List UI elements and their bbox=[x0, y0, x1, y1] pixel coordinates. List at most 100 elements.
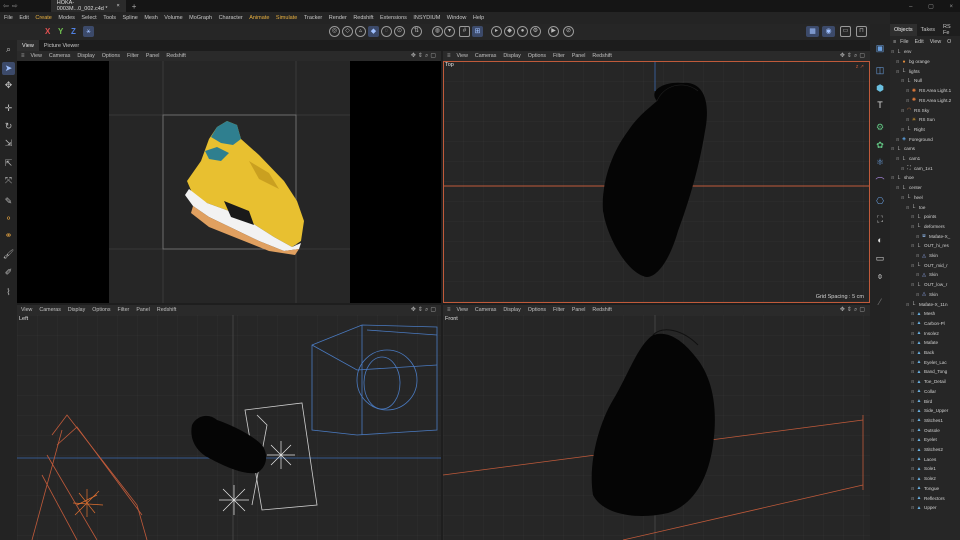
viewport-menu-item[interactable]: Redshift bbox=[592, 53, 611, 59]
menu-select[interactable]: Select bbox=[81, 15, 96, 21]
object-row[interactable]: ⊟ Lheel bbox=[901, 193, 923, 203]
timeline-play-icon[interactable]: ▸ bbox=[491, 26, 502, 37]
tab-view[interactable]: View bbox=[17, 40, 39, 51]
object-row[interactable]: ⊟ L Null bbox=[901, 76, 922, 86]
new-tab-button[interactable]: + bbox=[132, 2, 137, 11]
object-row[interactable]: ⊟ ◈ Foreground bbox=[896, 134, 933, 144]
object-row[interactable]: ⊟ Lcam1 bbox=[896, 154, 920, 164]
viewport-menu-item[interactable]: Redshift bbox=[592, 307, 611, 313]
menu-character[interactable]: Character bbox=[219, 15, 243, 21]
viewport-menu-item[interactable]: Display bbox=[503, 53, 520, 59]
move-tool-icon[interactable]: ✛ bbox=[2, 102, 15, 115]
menu-icon[interactable]: ≡ bbox=[21, 53, 25, 59]
tab-takes[interactable]: Takes bbox=[917, 27, 939, 33]
menu-edit[interactable]: Edit bbox=[19, 15, 28, 21]
object-menu-file[interactable]: File bbox=[900, 39, 909, 45]
object-menu-view[interactable]: View bbox=[930, 39, 941, 45]
polygon-mode-icon[interactable]: ◇ bbox=[342, 26, 353, 37]
cube-icon[interactable]: ▣ bbox=[874, 42, 886, 54]
object-row[interactable]: ⊟ ▲ Upper bbox=[911, 503, 937, 513]
viewport-menu-item[interactable]: Cameras bbox=[475, 307, 497, 313]
viewport-menu-item[interactable]: Options bbox=[92, 307, 110, 313]
object-row[interactable]: ⊟ ▲ Stitches1 bbox=[911, 416, 943, 426]
viewport-menu-item[interactable]: View bbox=[31, 53, 42, 59]
transform-tool-icon[interactable]: ⇱ bbox=[2, 157, 15, 170]
object-row[interactable]: ⊟ ▲ Collar bbox=[911, 387, 936, 397]
field-icon[interactable]: ⌒ bbox=[874, 176, 886, 188]
object-row[interactable]: ⊟ Lenv bbox=[891, 47, 911, 57]
snap-settings-icon[interactable]: ▾ bbox=[444, 26, 455, 37]
viewport-menu-item[interactable]: Filter bbox=[553, 307, 565, 313]
viewport-menu-item[interactable]: Cameras bbox=[39, 307, 61, 313]
object-row[interactable]: ⊟ ▲ Back bbox=[911, 348, 934, 358]
object-row[interactable]: ⊟ ▲ Eyelet_Lac bbox=[911, 357, 947, 367]
viewport-navigation-icons[interactable]: ✥⇕⌕▢ bbox=[411, 52, 438, 60]
layout-active-icon[interactable]: ◉ bbox=[822, 26, 835, 37]
workplane-icon[interactable]: # bbox=[459, 26, 470, 37]
object-row[interactable]: ⊟ ⛶ cam_1v1 bbox=[901, 163, 933, 173]
paint-tool-icon[interactable]: ✐ bbox=[2, 266, 15, 279]
object-row[interactable]: ⊟ ● bg orange bbox=[896, 57, 930, 67]
object-row[interactable]: ⊟ ✺ RS Area Light.1 bbox=[906, 86, 951, 96]
tab-picture-viewer[interactable]: Picture Viewer bbox=[39, 40, 84, 51]
object-row[interactable]: ⊟ L Right bbox=[901, 125, 925, 135]
weight-tool-icon[interactable]: ⚭ bbox=[2, 229, 15, 242]
object-row[interactable]: ⊟ ▲ Reflectors bbox=[911, 493, 945, 503]
menu-render[interactable]: Render bbox=[329, 15, 347, 21]
object-row[interactable]: ⊟ ▲ Eyelet bbox=[911, 435, 937, 445]
menu-simulate[interactable]: Simulate bbox=[276, 15, 297, 21]
viewport-menu-item[interactable]: View bbox=[457, 307, 468, 313]
keyframe-icon[interactable]: ◆ bbox=[504, 26, 515, 37]
minimize-button[interactable]: – bbox=[909, 4, 912, 10]
deformer-icon[interactable]: ⚛ bbox=[874, 156, 886, 168]
maximize-button[interactable]: ▢ bbox=[928, 4, 934, 10]
menu-help[interactable]: Help bbox=[473, 15, 484, 21]
object-row[interactable]: ⊟ Ltoe bbox=[906, 202, 925, 212]
object-row[interactable]: ⊟ ◬ Skin bbox=[916, 290, 938, 300]
close-icon[interactable]: × bbox=[117, 3, 120, 9]
sculpt-tool-icon[interactable]: ⌇ bbox=[2, 286, 15, 299]
viewport-menu-item[interactable]: Panel bbox=[146, 53, 160, 59]
menu-tracker[interactable]: Tracker bbox=[304, 15, 322, 21]
render-settings-icon[interactable]: ⊘ bbox=[563, 26, 574, 37]
viewport-menu-item[interactable]: Options bbox=[102, 53, 120, 59]
x-axis-lock-button[interactable]: X bbox=[45, 27, 50, 36]
viewport-menu-item[interactable]: Filter bbox=[553, 53, 565, 59]
viewport-menu-item[interactable]: Display bbox=[77, 53, 94, 59]
viewport-menu-item[interactable]: Cameras bbox=[475, 53, 497, 59]
text-icon[interactable]: T bbox=[874, 99, 886, 111]
object-row[interactable]: ⊟ L Mafate-X_11n bbox=[906, 299, 948, 309]
object-row[interactable]: ⊟ Ldeformers bbox=[911, 222, 945, 232]
render-mode-icon[interactable]: ◎ bbox=[329, 26, 340, 37]
object-row[interactable]: ⊟ Lcenter bbox=[896, 183, 922, 193]
viewport-navigation-icons[interactable]: ✥⇕⌕▢ bbox=[840, 52, 867, 60]
viewport-left[interactable]: View Cameras Display Options Filter Panel Reds… bbox=[17, 305, 441, 540]
snap-icon[interactable]: ◍ bbox=[432, 26, 443, 37]
object-row[interactable]: ⊟ ◬ Skin bbox=[916, 270, 938, 280]
object-row[interactable]: ⊟ ◠ RS Sky bbox=[901, 105, 929, 115]
menu-mograph[interactable]: MoGraph bbox=[189, 15, 212, 21]
point-mode-icon[interactable]: ◌ bbox=[381, 26, 392, 37]
generator-icon[interactable]: ⚙ bbox=[874, 121, 886, 133]
object-row[interactable]: ⊟ L OUT_low_r bbox=[911, 280, 947, 290]
desktop-icon[interactable]: ▭ bbox=[840, 26, 851, 37]
axis-tool-icon[interactable]: ⤧ bbox=[2, 174, 15, 187]
object-row[interactable]: ⊟ L OUT_mid_r bbox=[911, 260, 948, 270]
object-row[interactable]: ⊟ ▲ Outsole bbox=[911, 425, 940, 435]
spline-icon[interactable]: ⬢ bbox=[874, 82, 886, 94]
forward-arrow-icon[interactable]: ⇨ bbox=[12, 2, 18, 10]
viewport-menu-item[interactable]: Options bbox=[528, 53, 546, 59]
autokey-icon[interactable]: ● bbox=[517, 26, 528, 37]
polygon-pen-icon[interactable]: ✎ bbox=[2, 195, 15, 208]
viewport-navigation-icons[interactable]: ✥⇕⌕▢ bbox=[840, 306, 867, 314]
object-row[interactable]: ⊟ ▲ Insole2 bbox=[911, 328, 939, 338]
menu-redshift[interactable]: Redshift bbox=[353, 15, 373, 21]
mograph-icon[interactable]: ✿ bbox=[874, 139, 886, 151]
viewport-menu-item[interactable]: Filter bbox=[118, 307, 130, 313]
viewport-menu-item[interactable]: Cameras bbox=[49, 53, 71, 59]
object-row[interactable]: ⊟ ⧈ Mafate-X_ bbox=[916, 231, 950, 241]
viewport-perspective[interactable]: ≡ View Cameras Display Options Filter Panel Re… bbox=[17, 51, 441, 303]
viewport-menu-item[interactable]: Panel bbox=[136, 307, 150, 313]
menu-icon[interactable]: ≡ bbox=[447, 53, 451, 59]
edge-mode-icon[interactable]: ▵ bbox=[355, 26, 366, 37]
